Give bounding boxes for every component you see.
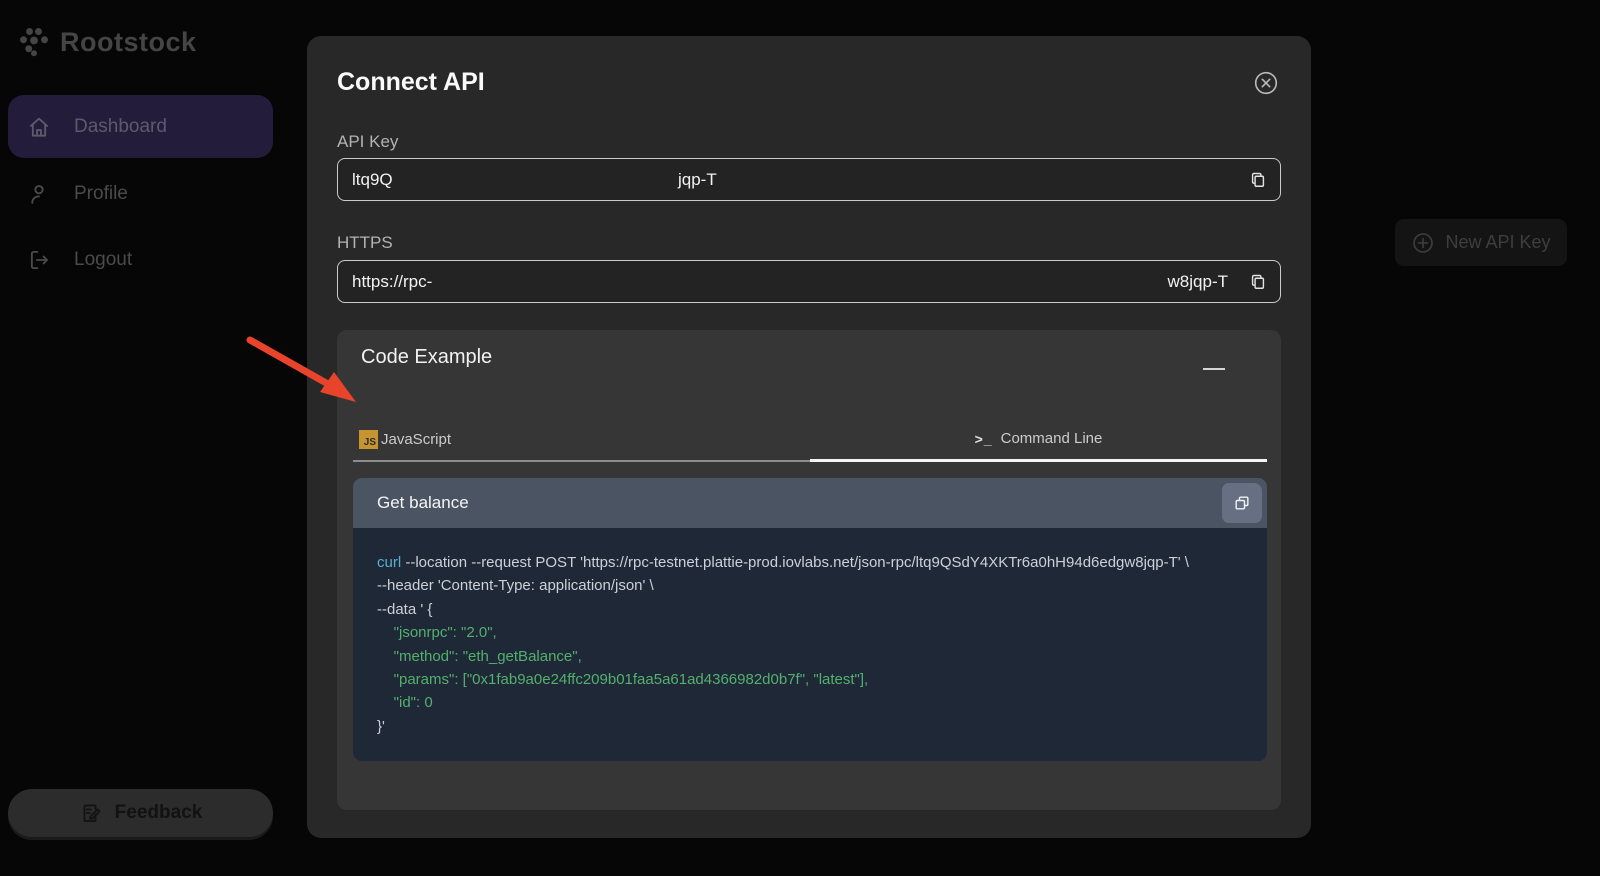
home-icon	[26, 114, 52, 140]
new-api-key-button[interactable]: New API Key	[1395, 219, 1567, 266]
javascript-icon: JS	[359, 430, 378, 449]
tab-label: Command Line	[1001, 430, 1103, 447]
brand-name: Rootstock	[60, 27, 197, 58]
code-line: curl --location --request POST 'https://…	[377, 551, 1243, 574]
https-label: HTTPS	[337, 233, 393, 253]
api-key-label: API Key	[337, 132, 398, 152]
modal-title: Connect API	[337, 68, 485, 97]
code-snippet-card: Get balance curl --location --request PO…	[353, 478, 1267, 761]
code-line: "jsonrpc": "2.0",	[377, 621, 1243, 644]
api-key-value-start: ltq9Q	[352, 170, 393, 190]
sidebar-item-label: Dashboard	[74, 116, 167, 138]
copy-icon[interactable]	[1248, 272, 1268, 292]
code-snippet-header: Get balance	[353, 478, 1267, 528]
api-key-value-end: jqp-T	[678, 170, 717, 190]
terminal-icon: >_	[975, 431, 993, 447]
https-value-end: w8jqp-T	[1168, 272, 1228, 292]
connect-api-modal: Connect API API Key ltq9Q jqp-T HTTPS ht…	[307, 36, 1311, 838]
code-line: --header 'Content-Type: application/json…	[377, 574, 1243, 597]
sidebar-item-profile[interactable]: Profile	[8, 170, 273, 218]
code-snippet-title: Get balance	[377, 493, 469, 513]
sidebar-item-label: Logout	[74, 249, 132, 271]
code-line: }'	[377, 715, 1243, 738]
code-tabs: JS JavaScript >_ Command Line	[353, 418, 1267, 462]
code-line: --data ' {	[377, 598, 1243, 621]
sidebar: Rootstock Dashboard Profile Logout Feedb	[0, 0, 285, 876]
sidebar-item-logout[interactable]: Logout	[8, 236, 273, 284]
api-key-input[interactable]: ltq9Q jqp-T	[337, 158, 1281, 201]
tab-javascript[interactable]: JS JavaScript	[353, 418, 810, 462]
tab-label: JavaScript	[381, 431, 451, 448]
copy-code-button[interactable]	[1222, 483, 1262, 523]
plus-circle-icon	[1411, 231, 1435, 255]
code-example-panel: Code Example JS JavaScript >_ Command Li…	[337, 330, 1281, 810]
feedback-label: Feedback	[115, 802, 203, 824]
https-input[interactable]: https://rpc- w8jqp-T	[337, 260, 1281, 303]
logout-icon	[26, 247, 52, 273]
sidebar-item-dashboard[interactable]: Dashboard	[8, 95, 273, 158]
copy-icon[interactable]	[1248, 170, 1268, 190]
user-icon	[26, 181, 52, 207]
sidebar-item-label: Profile	[74, 183, 128, 205]
feedback-note-icon	[79, 801, 103, 825]
code-line: "method": "eth_getBalance",	[377, 645, 1243, 668]
new-api-key-label: New API Key	[1445, 232, 1550, 253]
code-lines: curl --location --request POST 'https://…	[353, 528, 1267, 761]
code-line: "params": ["0x1fab9a0e24ffc209b01faa5a61…	[377, 668, 1243, 691]
brand: Rootstock	[16, 24, 197, 60]
code-line: "id": 0	[377, 691, 1243, 714]
collapse-icon[interactable]	[1203, 354, 1225, 370]
code-example-title: Code Example	[361, 346, 492, 369]
tab-command-line[interactable]: >_ Command Line	[810, 418, 1267, 462]
rootstock-logo-icon	[16, 24, 52, 60]
close-icon[interactable]	[1253, 70, 1279, 96]
feedback-button[interactable]: Feedback	[8, 789, 273, 837]
https-value-start: https://rpc-	[352, 272, 432, 292]
